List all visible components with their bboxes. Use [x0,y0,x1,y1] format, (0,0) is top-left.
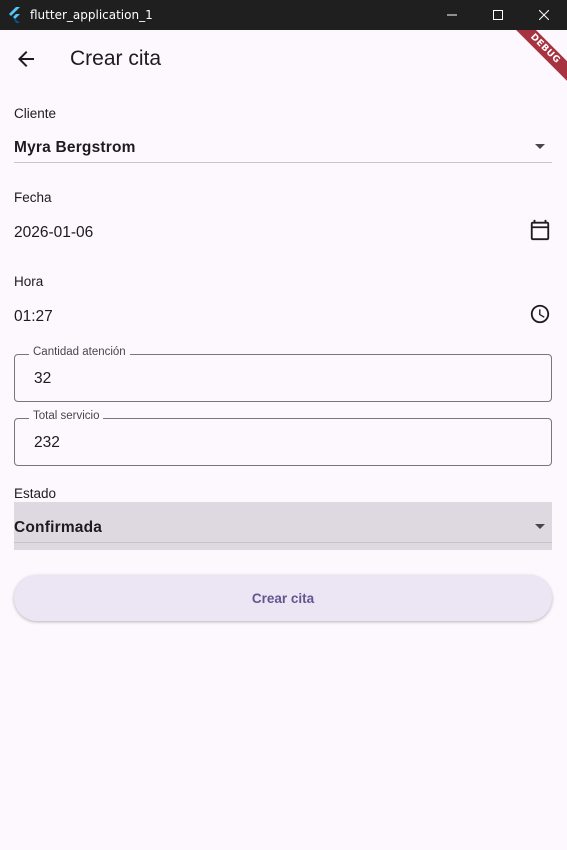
total-servicio-field[interactable]: Total servicio 232 [14,410,552,466]
fecha-value[interactable]: 2026-01-06 [14,224,93,242]
cliente-chevron-down-icon[interactable] [535,144,545,149]
calendar-icon[interactable] [529,219,551,241]
clock-icon[interactable] [529,303,551,325]
crear-cita-button[interactable]: Crear cita [14,575,552,621]
close-button[interactable] [521,0,567,30]
total-servicio-value[interactable]: 232 [34,434,60,452]
window-titlebar: flutter_application_1 [0,0,567,30]
cliente-underline [14,162,552,163]
estado-dropdown[interactable]: Confirmada [14,519,102,537]
window-title: flutter_application_1 [30,8,153,22]
maximize-icon [493,10,503,20]
total-servicio-label: Total servicio [29,410,104,422]
close-icon [539,10,549,20]
maximize-button[interactable] [475,0,521,30]
debug-banner: DEBUG [511,30,567,86]
cantidad-atencion-field[interactable]: Cantidad atención 32 [14,346,552,402]
minimize-icon [447,14,457,16]
cantidad-atencion-value[interactable]: 32 [34,370,51,388]
hora-value[interactable]: 01:27 [14,308,53,326]
cliente-dropdown[interactable]: Myra Bergstrom [14,139,136,157]
estado-underline [14,542,552,543]
cantidad-atencion-label: Cantidad atención [29,346,130,358]
hora-label: Hora [14,274,44,289]
minimize-button[interactable] [429,0,475,30]
flutter-logo-icon [9,7,20,23]
fecha-label: Fecha [14,190,52,205]
estado-chevron-down-icon[interactable] [535,524,545,529]
cliente-label: Cliente [14,106,57,121]
estado-label: Estado [14,486,57,501]
back-arrow-icon[interactable] [14,47,38,71]
page-title: Crear cita [70,47,162,70]
debug-ribbon: DEBUG [511,30,567,83]
